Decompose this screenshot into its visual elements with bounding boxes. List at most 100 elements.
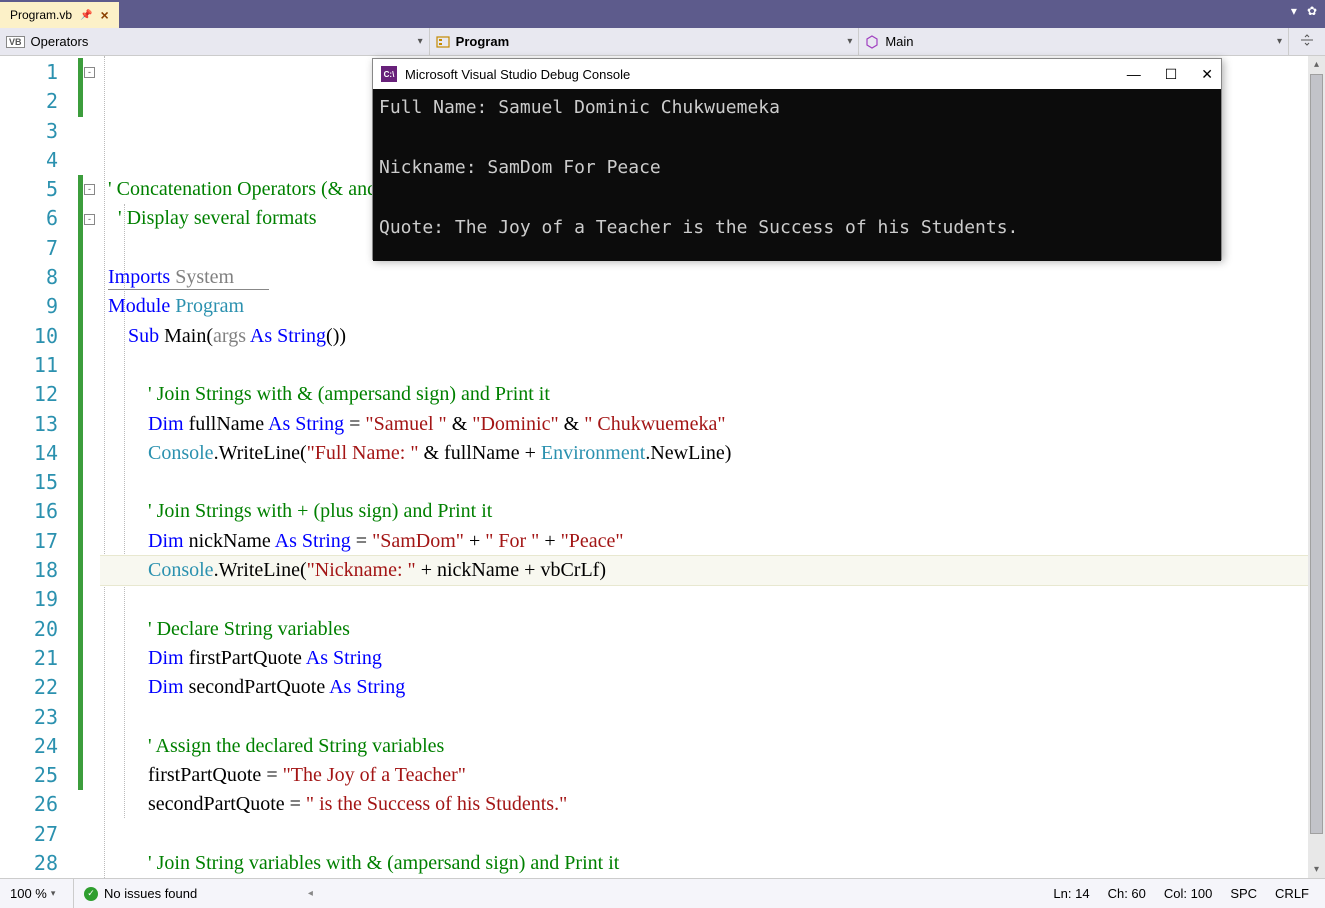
outline-collapse-icon[interactable]: - [84, 67, 95, 78]
line-number: 18 [0, 556, 58, 585]
horizontal-scroll-left-icon[interactable]: ◂ [302, 886, 318, 902]
console-line: Full Name: Samuel Dominic Chukwuemeka [379, 93, 1215, 123]
line-number: 7 [0, 234, 58, 263]
issues-indicator[interactable]: ✓ No issues found [74, 886, 207, 901]
col-indicator[interactable]: Col: 100 [1164, 886, 1212, 901]
line-number: 23 [0, 703, 58, 732]
code-line[interactable] [100, 820, 1325, 849]
line-number: 5 [0, 175, 58, 204]
close-button[interactable]: ✕ [1201, 66, 1213, 83]
line-number: 15 [0, 468, 58, 497]
line-number: 24 [0, 732, 58, 761]
outline-collapse-icon[interactable]: - [84, 184, 95, 195]
code-line[interactable] [100, 351, 1325, 380]
code-line[interactable]: Dim fullName As String = "Samuel " & "Do… [100, 410, 1325, 439]
code-line[interactable]: firstPartQuote = "The Joy of a Teacher" [100, 761, 1325, 790]
outline-margin: - - - [74, 56, 100, 878]
margin-line [74, 849, 100, 878]
line-number: 17 [0, 527, 58, 556]
code-line[interactable]: Sub Main(args As String()) [100, 322, 1325, 351]
code-line[interactable]: ' Join Strings with + (plus sign) and Pr… [100, 497, 1325, 526]
line-number: 6 [0, 204, 58, 233]
ok-check-icon: ✓ [84, 887, 98, 901]
line-number: 8 [0, 263, 58, 292]
scroll-down-arrow[interactable]: ▾ [1308, 861, 1325, 878]
vertical-scrollbar[interactable]: ▴ ▾ [1308, 56, 1325, 878]
navigation-bar: VB Operators ▾ Program ▾ Main ▾ [0, 28, 1325, 56]
maximize-button[interactable]: ☐ [1165, 66, 1178, 83]
zoom-dropdown[interactable]: 100 % ▾ [4, 879, 74, 908]
outline-collapse-icon[interactable]: - [84, 214, 95, 225]
scope-label: Operators [31, 34, 89, 49]
code-line[interactable]: Imports System [100, 263, 1325, 292]
chevron-down-icon: ▾ [1277, 36, 1282, 47]
code-line[interactable]: Dim firstPartQuote As String [100, 644, 1325, 673]
line-number: 16 [0, 497, 58, 526]
margin-line [74, 820, 100, 849]
minimize-button[interactable]: — [1127, 66, 1141, 83]
code-editor[interactable]: 1234567891011121314151617181920212223242… [0, 56, 1325, 878]
code-line[interactable]: Dim nickName As String = "SamDom" + " Fo… [100, 527, 1325, 556]
code-line[interactable]: ' Declare String variables [100, 615, 1325, 644]
line-number: 19 [0, 585, 58, 614]
vs-console-icon: C:\ [381, 66, 397, 82]
code-line[interactable]: Module Program [100, 292, 1325, 321]
code-line[interactable] [100, 585, 1325, 614]
console-titlebar[interactable]: C:\ Microsoft Visual Studio Debug Consol… [373, 59, 1221, 89]
code-line[interactable]: Dim secondPartQuote As String [100, 673, 1325, 702]
scope-dropdown[interactable]: VB Operators ▾ [0, 28, 430, 55]
console-line [379, 183, 1215, 213]
line-indicator[interactable]: Ln: 14 [1053, 886, 1089, 901]
split-icon [1300, 33, 1314, 50]
member-dropdown[interactable]: Main ▾ [859, 28, 1289, 55]
line-number: 13 [0, 410, 58, 439]
line-number: 10 [0, 322, 58, 351]
insert-mode-indicator[interactable]: SPC [1230, 886, 1257, 901]
vb-badge-icon: VB [6, 36, 25, 48]
tab-overflow-icon[interactable]: ▾ [1291, 4, 1297, 18]
console-title-text: Microsoft Visual Studio Debug Console [405, 67, 630, 82]
close-icon[interactable]: × [100, 7, 108, 23]
debug-console-window[interactable]: C:\ Microsoft Visual Studio Debug Consol… [372, 58, 1222, 260]
line-number-gutter: 1234567891011121314151617181920212223242… [0, 56, 74, 878]
class-dropdown[interactable]: Program ▾ [430, 28, 860, 55]
member-label: Main [885, 34, 913, 49]
status-bar: 100 % ▾ ✓ No issues found ◂ Ln: 14 Ch: 6… [0, 878, 1325, 908]
code-line[interactable] [100, 468, 1325, 497]
margin-line [74, 790, 100, 819]
code-line[interactable]: ' Join String variables with & (ampersan… [100, 849, 1325, 878]
line-number: 1 [0, 58, 58, 87]
console-line: Nickname: SamDom For Peace [379, 153, 1215, 183]
code-line[interactable]: secondPartQuote = " is the Success of hi… [100, 790, 1325, 819]
pin-icon[interactable]: 📌 [80, 10, 92, 21]
chevron-down-icon: ▾ [847, 36, 852, 47]
line-number: 14 [0, 439, 58, 468]
eol-indicator[interactable]: CRLF [1275, 886, 1309, 901]
margin-line [74, 117, 100, 146]
margin-line [74, 146, 100, 175]
file-tab[interactable]: Program.vb 📌 × [0, 2, 119, 28]
code-line[interactable]: ' Join Strings with & (ampersand sign) a… [100, 380, 1325, 409]
line-number: 3 [0, 117, 58, 146]
code-line[interactable] [100, 703, 1325, 732]
scroll-up-arrow[interactable]: ▴ [1308, 56, 1325, 73]
line-number: 22 [0, 673, 58, 702]
chevron-down-icon: ▾ [418, 36, 423, 47]
scrollbar-thumb[interactable] [1310, 74, 1323, 834]
window-settings-icon[interactable]: ✿ [1307, 4, 1317, 18]
console-line [379, 123, 1215, 153]
code-line[interactable]: ' Assign the declared String variables [100, 732, 1325, 761]
char-indicator[interactable]: Ch: 60 [1108, 886, 1146, 901]
split-view-button[interactable] [1289, 28, 1325, 55]
method-icon [865, 35, 879, 49]
console-output[interactable]: Full Name: Samuel Dominic Chukwuemeka Ni… [373, 89, 1221, 261]
line-number: 11 [0, 351, 58, 380]
line-number: 26 [0, 790, 58, 819]
code-line[interactable]: Console.WriteLine("Full Name: " & fullNa… [100, 439, 1325, 468]
tab-bar: Program.vb 📌 × ▾ ✿ [0, 0, 1325, 28]
change-marker [78, 58, 83, 117]
code-line[interactable]: Console.WriteLine("Nickname: " + nickNam… [100, 556, 1325, 585]
line-number: 25 [0, 761, 58, 790]
module-icon [436, 35, 450, 49]
line-number: 20 [0, 615, 58, 644]
